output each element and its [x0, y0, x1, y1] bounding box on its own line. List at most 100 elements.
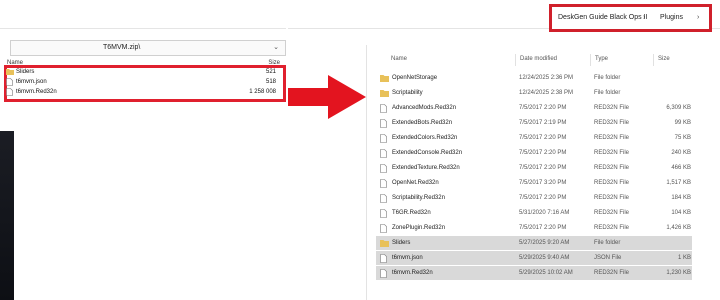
- column-name-header[interactable]: Name: [391, 56, 407, 62]
- explorer-column-header: Name Date modified Type Size: [367, 54, 720, 66]
- table-row[interactable]: ExtendedConsole.Red32n 7/5/2017 2:20 PM RE…: [376, 146, 692, 160]
- file-size-cell: 1,517 KB: [666, 180, 691, 186]
- breadcrumb: DeskGen Guide Black Ops II › Plugins ›: [549, 4, 712, 32]
- file-name-cell: ExtendedConsole.Red32n: [392, 150, 463, 156]
- file-type-cell: RED32N File: [594, 210, 630, 216]
- archive-item-name: Sliders: [16, 69, 35, 75]
- screenshot-stage: T6MVM.zip\ ⌄ Name Size Sliders 521 t6mvm…: [0, 0, 720, 300]
- table-row[interactable]: ExtendedColors.Red32n 7/5/2017 2:20 PM RED…: [376, 131, 692, 145]
- file-icon: [6, 78, 13, 88]
- file-icon: [380, 164, 387, 175]
- table-row[interactable]: AdvancedMods.Red32n 7/5/2017 2:20 PM RED32…: [376, 101, 692, 115]
- archive-list-item[interactable]: Sliders 521: [6, 68, 276, 77]
- file-name-cell: ExtendedColors.Red32n: [392, 135, 458, 141]
- date-modified-cell: 12/24/2025 2:36 PM: [519, 75, 574, 81]
- folder-icon: [380, 89, 389, 99]
- file-type-cell: File folder: [594, 75, 621, 81]
- date-modified-cell: 12/24/2025 2:38 PM: [519, 90, 574, 96]
- file-size-cell: 184 KB: [671, 195, 691, 201]
- table-row[interactable]: Sliders 5/27/2025 9:20 AM File folder: [376, 236, 692, 250]
- file-icon: [380, 224, 387, 235]
- red-arrow-icon: [288, 75, 366, 119]
- breadcrumb-segment-root[interactable]: DeskGen Guide Black Ops II: [558, 14, 647, 21]
- file-icon: [380, 209, 387, 220]
- table-row[interactable]: OpenNet.Red32n 7/5/2017 3:20 PM RED32N Fil…: [376, 176, 692, 190]
- file-icon: [380, 269, 387, 280]
- file-type-cell: RED32N File: [594, 105, 630, 111]
- column-size-header[interactable]: Size: [658, 56, 670, 62]
- chevron-right-icon: ›: [643, 14, 646, 21]
- file-icon: [380, 104, 387, 115]
- file-name-cell: ZonePlugin.Red32n: [392, 225, 446, 231]
- background-strip: [0, 131, 14, 300]
- file-name-cell: Sliders: [392, 240, 411, 246]
- table-row[interactable]: Scriptability 12/24/2025 2:38 PM File fold…: [376, 86, 692, 100]
- archive-list-item[interactable]: t6mvm.Red32n 1 258 008: [6, 88, 276, 97]
- file-name-cell: OpenNet.Red32n: [392, 180, 439, 186]
- file-name-cell: Scriptability: [392, 90, 423, 96]
- file-name-cell: ExtendedBots.Red32n: [392, 120, 453, 126]
- table-row[interactable]: OpenNetStorage 12/24/2025 2:36 PM File fol…: [376, 71, 692, 85]
- column-divider[interactable]: [590, 54, 591, 66]
- table-row[interactable]: ExtendedTexture.Red32n 7/5/2017 2:20 PM RE…: [376, 161, 692, 175]
- archive-item-size: 521: [265, 69, 276, 75]
- file-icon: [380, 149, 387, 160]
- file-icon: [380, 194, 387, 205]
- file-name-cell: ExtendedTexture.Red32n: [392, 165, 460, 171]
- file-type-cell: RED32N File: [594, 270, 630, 276]
- file-size-cell: 75 KB: [674, 135, 691, 141]
- file-type-cell: RED32N File: [594, 180, 630, 186]
- date-modified-cell: 7/5/2017 2:20 PM: [519, 165, 567, 171]
- table-row[interactable]: ZonePlugin.Red32n 7/5/2017 2:20 PM RED32N …: [376, 221, 692, 235]
- folder-icon: [6, 68, 14, 77]
- file-size-cell: 1,230 KB: [666, 270, 691, 276]
- chevron-down-icon[interactable]: ⌄: [273, 43, 279, 51]
- table-row[interactable]: t6mvm.json 5/29/2025 9:40 AM JSON File 1 KB: [376, 251, 692, 265]
- file-size-cell: 240 KB: [671, 150, 691, 156]
- file-name-cell: T6GR.Red32n: [392, 210, 431, 216]
- table-row[interactable]: T6GR.Red32n 5/31/2020 7:16 AM RED32N File 1…: [376, 206, 692, 220]
- file-size-cell: 466 KB: [671, 165, 691, 171]
- breadcrumb-segment-plugins[interactable]: Plugins: [660, 14, 683, 21]
- archive-item-size: 1 258 008: [249, 89, 276, 95]
- file-type-cell: RED32N File: [594, 165, 630, 171]
- archive-item-name: t6mvm.json: [16, 79, 47, 85]
- file-type-cell: File folder: [594, 90, 621, 96]
- file-icon: [380, 134, 387, 145]
- file-icon: [380, 179, 387, 190]
- file-type-cell: JSON File: [594, 255, 622, 261]
- date-modified-cell: 7/5/2017 2:20 PM: [519, 150, 567, 156]
- file-type-cell: RED32N File: [594, 120, 630, 126]
- date-modified-cell: 7/5/2017 2:20 PM: [519, 105, 567, 111]
- column-date-header[interactable]: Date modified: [520, 56, 557, 62]
- date-modified-cell: 5/29/2025 9:40 AM: [519, 255, 570, 261]
- column-divider[interactable]: [653, 54, 654, 66]
- scrollbar[interactable]: [704, 45, 720, 300]
- chevron-right-icon[interactable]: ›: [697, 14, 699, 21]
- archive-list-item[interactable]: t6mvm.json 518: [6, 78, 276, 87]
- table-row[interactable]: ExtendedBots.Red32n 7/5/2017 2:19 PM RED32…: [376, 116, 692, 130]
- archive-path-bar[interactable]: T6MVM.zip\ ⌄: [10, 40, 286, 56]
- table-row[interactable]: t6mvm.Red32n 5/29/2025 10:02 AM RED32N Fil…: [376, 266, 692, 280]
- file-icon: [6, 88, 13, 98]
- file-type-cell: RED32N File: [594, 150, 630, 156]
- file-size-cell: 104 KB: [671, 210, 691, 216]
- table-row[interactable]: Scriptability.Red32n 7/5/2017 2:20 PM RED3…: [376, 191, 692, 205]
- file-name-cell: OpenNetStorage: [392, 75, 438, 81]
- date-modified-cell: 5/29/2025 10:02 AM: [519, 270, 573, 276]
- date-modified-cell: 7/5/2017 2:19 PM: [519, 120, 567, 126]
- column-type-header[interactable]: Type: [595, 56, 608, 62]
- date-modified-cell: 5/31/2020 7:16 AM: [519, 210, 570, 216]
- folder-icon: [380, 239, 389, 249]
- file-size-cell: 1,426 KB: [666, 225, 691, 231]
- date-modified-cell: 7/5/2017 2:20 PM: [519, 225, 567, 231]
- file-name-cell: t6mvm.Red32n: [392, 270, 433, 276]
- column-divider[interactable]: [515, 54, 516, 66]
- date-modified-cell: 7/5/2017 3:20 PM: [519, 180, 567, 186]
- folder-icon: [380, 74, 389, 84]
- date-modified-cell: 5/27/2025 9:20 AM: [519, 240, 570, 246]
- file-name-cell: AdvancedMods.Red32n: [392, 105, 457, 111]
- file-icon: [380, 119, 387, 130]
- file-name-cell: Scriptability.Red32n: [392, 195, 445, 201]
- file-size-cell: 99 KB: [674, 120, 691, 126]
